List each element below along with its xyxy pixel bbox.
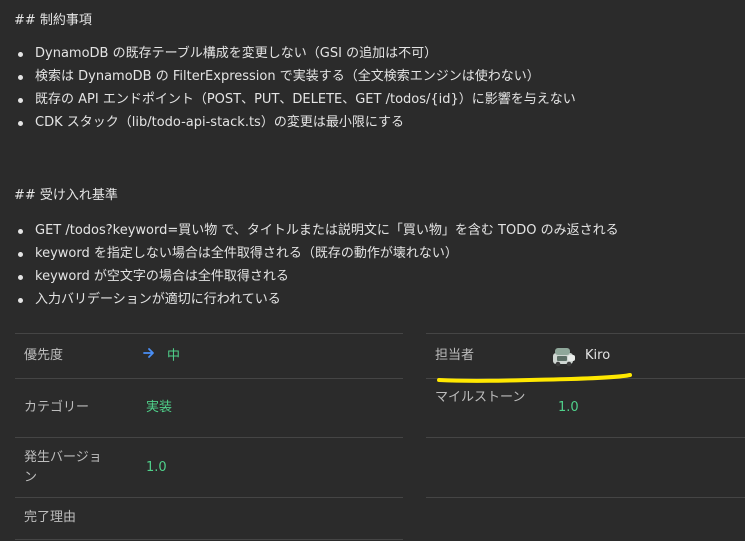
constraints-list: DynamoDB の既存テーブル構成を変更しない（GSI の追加は不可） 検索は…: [0, 44, 576, 136]
divider: [15, 378, 403, 379]
list-item: DynamoDB の既存テーブル構成を変更しない（GSI の追加は不可）: [0, 44, 576, 67]
acceptance-heading: ## 受け入れ基準: [14, 188, 118, 203]
divider: [426, 497, 745, 498]
highlight-underline: [436, 371, 636, 387]
arrow-right-icon: [143, 346, 155, 366]
divider: [15, 497, 403, 498]
priority-label: 優先度: [24, 348, 64, 363]
constraints-heading: ## 制約事項: [14, 13, 92, 28]
bullet-icon: [18, 121, 23, 126]
bullet-icon: [18, 229, 23, 234]
bullet-icon: [18, 98, 23, 103]
assignee-label: 担当者: [435, 348, 475, 363]
divider: [426, 333, 745, 334]
list-item: 入力バリデーションが適切に行われている: [0, 290, 619, 313]
category-label: カテゴリー: [24, 400, 90, 415]
list-item: 検索は DynamoDB の FilterExpression で実装する（全文…: [0, 67, 576, 90]
bullet-icon: [18, 252, 23, 257]
list-item: keyword が空文字の場合は全件取得される: [0, 267, 619, 290]
assignee-value[interactable]: Kiro: [585, 346, 610, 366]
list-item: GET /todos?keyword=買い物 で、タイトルまたは説明文に「買い物…: [0, 221, 619, 244]
milestone-value[interactable]: 1.0: [558, 398, 579, 418]
bullet-icon: [18, 52, 23, 57]
divider: [15, 539, 403, 540]
divider: [426, 437, 745, 438]
list-item: 既存の API エンドポイント（POST、PUT、DELETE、GET /tod…: [0, 90, 576, 113]
priority-text: 中: [167, 348, 181, 364]
bullet-icon: [18, 298, 23, 303]
priority-value[interactable]: 中: [143, 346, 180, 367]
list-item: keyword を指定しない場合は全件取得される（既存の動作が壊れない）: [0, 244, 619, 267]
milestone-label: マイルストーン: [435, 390, 526, 405]
list-item: CDK スタック（lib/todo-api-stack.ts）の変更は最小限にす…: [0, 113, 576, 136]
issue-detail-page: ## 制約事項 DynamoDB の既存テーブル構成を変更しない（GSI の追加…: [0, 0, 745, 541]
version-label: 発生バージョン: [24, 450, 102, 485]
acceptance-list: GET /todos?keyword=買い物 で、タイトルまたは説明文に「買い物…: [0, 221, 619, 313]
version-value[interactable]: 1.0: [146, 458, 167, 478]
bullet-icon: [18, 75, 23, 80]
resolution-label: 完了理由: [24, 510, 77, 525]
avatar-icon: [551, 343, 577, 369]
bullet-icon: [18, 275, 23, 280]
divider: [15, 437, 403, 438]
category-value[interactable]: 実装: [146, 398, 172, 418]
divider: [15, 333, 403, 334]
